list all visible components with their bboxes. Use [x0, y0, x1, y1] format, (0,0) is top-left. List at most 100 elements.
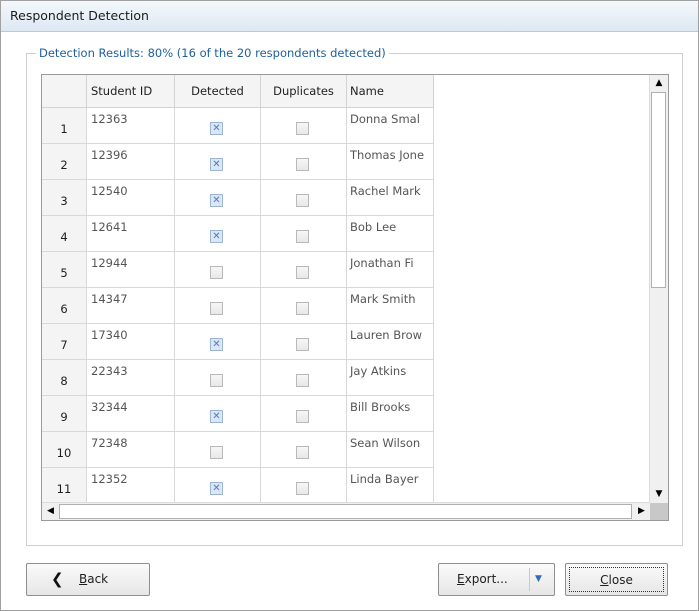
duplicates-checkbox[interactable]	[296, 410, 309, 423]
detected-cell[interactable]	[175, 396, 261, 432]
duplicates-checkbox[interactable]	[296, 230, 309, 243]
name-cell[interactable]: Bob Lee	[347, 216, 434, 252]
detected-checkbox[interactable]	[210, 193, 223, 208]
detected-checkbox[interactable]	[210, 266, 223, 279]
column-header-duplicates[interactable]: Duplicates	[261, 75, 347, 108]
table-row[interactable]: 8 22343 Jay Atkins	[42, 360, 434, 396]
duplicates-checkbox[interactable]	[296, 302, 309, 315]
duplicates-cell[interactable]	[261, 468, 347, 504]
duplicates-checkbox[interactable]	[296, 338, 309, 351]
scroll-down-icon[interactable]: ▼	[650, 486, 668, 503]
detected-cell[interactable]	[175, 216, 261, 252]
name-cell[interactable]: Linda Bayer	[347, 468, 434, 504]
duplicates-cell[interactable]	[261, 288, 347, 324]
table-row[interactable]: 112363 Donna Smal	[42, 108, 434, 144]
detected-checkbox[interactable]	[210, 157, 223, 172]
detected-checkbox[interactable]	[210, 481, 223, 496]
vertical-scroll-thumb[interactable]	[651, 92, 666, 288]
scroll-left-icon[interactable]: ◀	[42, 503, 59, 520]
duplicates-cell[interactable]	[261, 252, 347, 288]
scroll-up-icon[interactable]: ▲	[650, 75, 668, 92]
duplicates-cell[interactable]	[261, 396, 347, 432]
duplicates-checkbox[interactable]	[296, 446, 309, 459]
detected-cell[interactable]	[175, 432, 261, 468]
detected-checkbox[interactable]	[210, 374, 223, 387]
name-cell[interactable]: Donna Smal	[347, 108, 434, 144]
detected-cell[interactable]	[175, 360, 261, 396]
table-row[interactable]: 932344 Bill Brooks	[42, 396, 434, 432]
name-cell[interactable]: Jonathan Fi	[347, 252, 434, 288]
duplicates-cell[interactable]	[261, 108, 347, 144]
student-id-cell[interactable]: 12944	[87, 252, 175, 288]
name-cell[interactable]: Rachel Mark	[347, 180, 434, 216]
column-header-student-id[interactable]: Student ID	[87, 75, 175, 108]
back-button[interactable]: ❮ Back	[26, 563, 150, 596]
row-number: 11	[42, 468, 87, 504]
name-cell[interactable]: Bill Brooks	[347, 396, 434, 432]
close-button[interactable]: Close	[565, 563, 668, 596]
detected-cell[interactable]	[175, 108, 261, 144]
duplicates-checkbox[interactable]	[296, 158, 309, 171]
student-id-cell[interactable]: 32344	[87, 396, 175, 432]
row-number: 6	[42, 288, 87, 324]
student-id-cell[interactable]: 12352	[87, 468, 175, 504]
duplicates-checkbox[interactable]	[296, 122, 309, 135]
name-cell[interactable]: Mark Smith	[347, 288, 434, 324]
table-row[interactable]: 6 14347 Mark Smith	[42, 288, 434, 324]
duplicates-cell[interactable]	[261, 144, 347, 180]
duplicates-checkbox[interactable]	[296, 194, 309, 207]
duplicates-cell[interactable]	[261, 360, 347, 396]
table-row[interactable]: 5 12944 Jonathan Fi	[42, 252, 434, 288]
student-id-cell[interactable]: 14347	[87, 288, 175, 324]
name-cell[interactable]: Sean Wilson	[347, 432, 434, 468]
column-header-name[interactable]: Name	[347, 75, 434, 108]
name-cell[interactable]: Lauren Brow	[347, 324, 434, 360]
detected-checkbox[interactable]	[210, 121, 223, 136]
duplicates-checkbox[interactable]	[296, 266, 309, 279]
horizontal-scrollbar[interactable]: ◀ ▶	[42, 502, 650, 520]
table-row[interactable]: 10 72348 Sean Wilson	[42, 432, 434, 468]
student-id-cell[interactable]: 12396	[87, 144, 175, 180]
detected-checkbox[interactable]	[210, 446, 223, 459]
detected-checkbox[interactable]	[210, 229, 223, 244]
student-id-cell[interactable]: 72348	[87, 432, 175, 468]
table-row[interactable]: 212396 Thomas Jone	[42, 144, 434, 180]
detected-cell[interactable]	[175, 252, 261, 288]
duplicates-cell[interactable]	[261, 180, 347, 216]
detected-cell[interactable]	[175, 288, 261, 324]
student-id-cell[interactable]: 12641	[87, 216, 175, 252]
respondents-grid[interactable]: Student ID Detected Duplicates Name 1 123…	[41, 74, 669, 521]
duplicates-checkbox[interactable]	[296, 374, 309, 387]
duplicates-checkbox[interactable]	[296, 482, 309, 495]
name-cell[interactable]: Thomas Jone	[347, 144, 434, 180]
detected-cell[interactable]	[175, 180, 261, 216]
duplicates-cell[interactable]	[261, 324, 347, 360]
detected-cell[interactable]	[175, 324, 261, 360]
horizontal-scroll-thumb[interactable]	[59, 504, 632, 519]
back-button-label: Back	[79, 572, 109, 586]
detected-checkbox[interactable]	[210, 337, 223, 352]
student-id-cell[interactable]: 12540	[87, 180, 175, 216]
export-button[interactable]: Export... ▼	[438, 563, 555, 596]
student-id-cell[interactable]: 12363	[87, 108, 175, 144]
detected-checkbox[interactable]	[210, 302, 223, 315]
row-number: 9	[42, 396, 87, 432]
table-row[interactable]: 412641 Bob Lee	[42, 216, 434, 252]
table-row[interactable]: 1112352 Linda Bayer	[42, 468, 434, 504]
name-cell[interactable]: Jay Atkins	[347, 360, 434, 396]
student-id-cell[interactable]: 17340	[87, 324, 175, 360]
column-header-detected[interactable]: Detected	[175, 75, 261, 108]
table-row[interactable]: 312540 Rachel Mark	[42, 180, 434, 216]
scroll-right-icon[interactable]: ▶	[633, 503, 650, 520]
table-row[interactable]: 717340 Lauren Brow	[42, 324, 434, 360]
caret-down-icon[interactable]: ▼	[535, 564, 542, 595]
detected-cell[interactable]	[175, 468, 261, 504]
detected-checkbox[interactable]	[210, 409, 223, 424]
row-number: 1	[42, 108, 87, 144]
row-number: 8	[42, 360, 87, 396]
student-id-cell[interactable]: 22343	[87, 360, 175, 396]
duplicates-cell[interactable]	[261, 432, 347, 468]
detected-cell[interactable]	[175, 144, 261, 180]
vertical-scrollbar[interactable]: ▲ ▼	[649, 75, 668, 503]
duplicates-cell[interactable]	[261, 216, 347, 252]
